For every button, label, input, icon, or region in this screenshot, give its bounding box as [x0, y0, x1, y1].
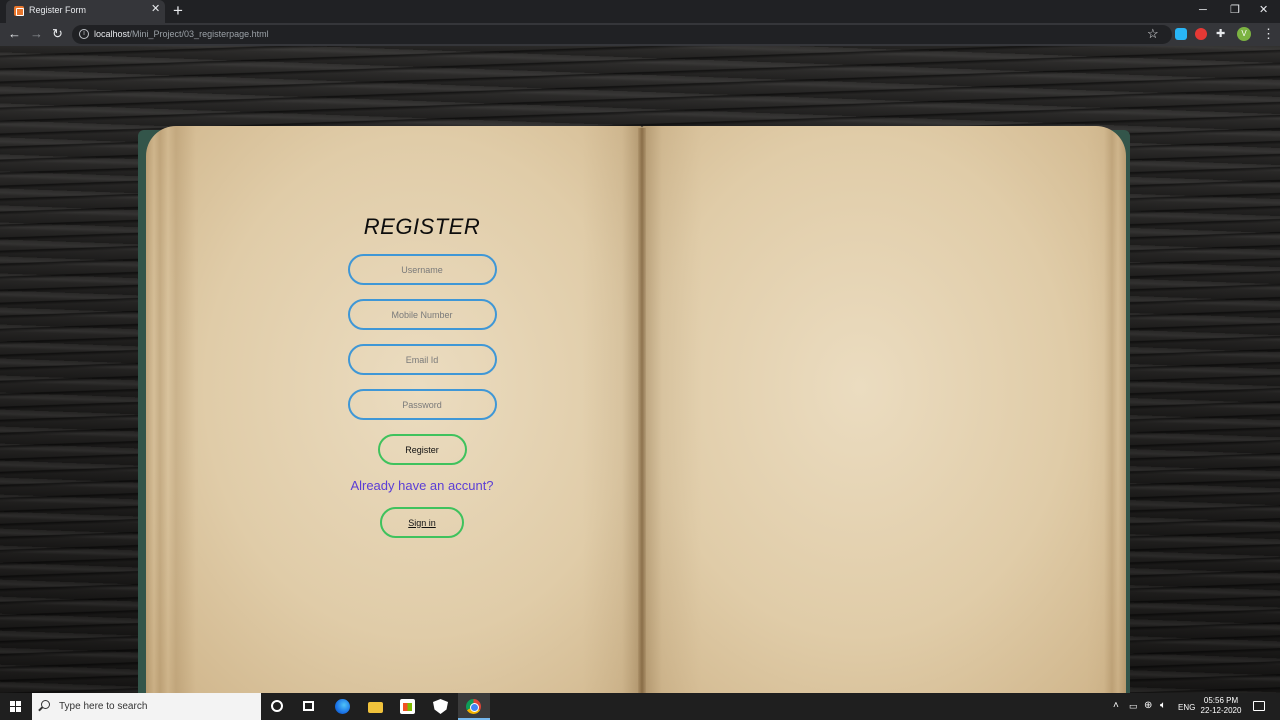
restore-button[interactable]: ❐	[1230, 3, 1240, 17]
mobile-number-input[interactable]	[347, 299, 497, 330]
notification-center-icon[interactable]	[1253, 701, 1265, 711]
email-input[interactable]	[347, 344, 497, 375]
profile-avatar[interactable]: V	[1237, 27, 1251, 41]
taskbar-search-placeholder: Type here to search	[59, 701, 148, 712]
clock-time: 05:56 PM	[1203, 696, 1239, 705]
book-spine	[638, 128, 646, 693]
search-icon	[41, 700, 50, 709]
url-text[interactable]: localhost/Mini_Project/03_registerpage.h…	[94, 29, 269, 39]
network-icon[interactable]: ⊕	[1144, 700, 1152, 712]
html-file-icon	[14, 6, 24, 16]
taskbar-clock[interactable]: 05:56 PM 22-12-2020	[1198, 696, 1244, 716]
microsoft-store-icon[interactable]	[400, 699, 415, 714]
register-form: REGISTER Register Already have an accunt…	[280, 214, 564, 538]
extension-icon[interactable]	[1195, 28, 1207, 40]
username-input[interactable]	[347, 254, 497, 285]
task-view-icon[interactable]	[303, 701, 314, 711]
chrome-icon[interactable]	[466, 699, 481, 714]
close-window-button[interactable]: ✕	[1259, 3, 1268, 17]
taskbar-search-box[interactable]: Type here to search	[32, 693, 261, 720]
register-button[interactable]: Register	[377, 434, 467, 465]
extension-icon[interactable]	[1175, 28, 1187, 40]
browser-toolbar: ← → ↻ i localhost/Mini_Project/03_regist…	[0, 23, 1280, 46]
reload-icon[interactable]: ↻	[52, 26, 63, 42]
minimize-button[interactable]: ─	[1199, 3, 1207, 17]
chevron-up-icon[interactable]: ˄	[1113, 700, 1119, 712]
forward-icon[interactable]: →	[30, 26, 43, 42]
cortana-icon[interactable]	[271, 700, 283, 712]
windows-taskbar: Type here to search ˄ ▭ ⊕ 🔈︎ ENG 05:56 P…	[0, 693, 1280, 720]
volume-icon[interactable]: 🔈︎	[1160, 700, 1166, 712]
browser-tab[interactable]: Register Form ✕	[6, 0, 165, 23]
site-info-icon[interactable]: i	[79, 29, 89, 39]
clock-date: 22-12-2020	[1200, 706, 1242, 715]
puzzle-extensions-icon[interactable]: ✚	[1216, 26, 1225, 42]
tab-title: Register Form	[29, 5, 87, 15]
book-right-page	[642, 126, 1126, 693]
back-icon[interactable]: ←	[8, 26, 21, 42]
browser-tab-strip: Register Form ✕ + ─ ❐ ✕	[0, 0, 1280, 23]
menu-kebab-icon[interactable]: ⋮	[1262, 26, 1275, 42]
register-title: REGISTER	[363, 214, 481, 239]
battery-icon[interactable]: ▭	[1129, 700, 1138, 712]
already-have-account-text: Already have an accunt?	[350, 478, 494, 493]
bookmark-star-icon[interactable]: ☆	[1147, 26, 1159, 42]
page-viewport: REGISTER Register Already have an accunt…	[0, 46, 1280, 693]
windows-start-icon[interactable]	[10, 701, 22, 713]
file-explorer-icon[interactable]	[368, 702, 383, 713]
password-input[interactable]	[347, 389, 497, 420]
new-tab-button[interactable]: +	[173, 2, 183, 19]
edge-icon[interactable]	[335, 699, 350, 714]
language-indicator[interactable]: ENG	[1178, 702, 1195, 714]
address-bar[interactable]: i localhost/Mini_Project/03_registerpage…	[72, 25, 1172, 44]
close-tab-icon[interactable]: ✕	[151, 4, 160, 15]
security-shield-icon[interactable]	[433, 699, 448, 714]
sign-in-button[interactable]: Sign in	[380, 507, 464, 538]
